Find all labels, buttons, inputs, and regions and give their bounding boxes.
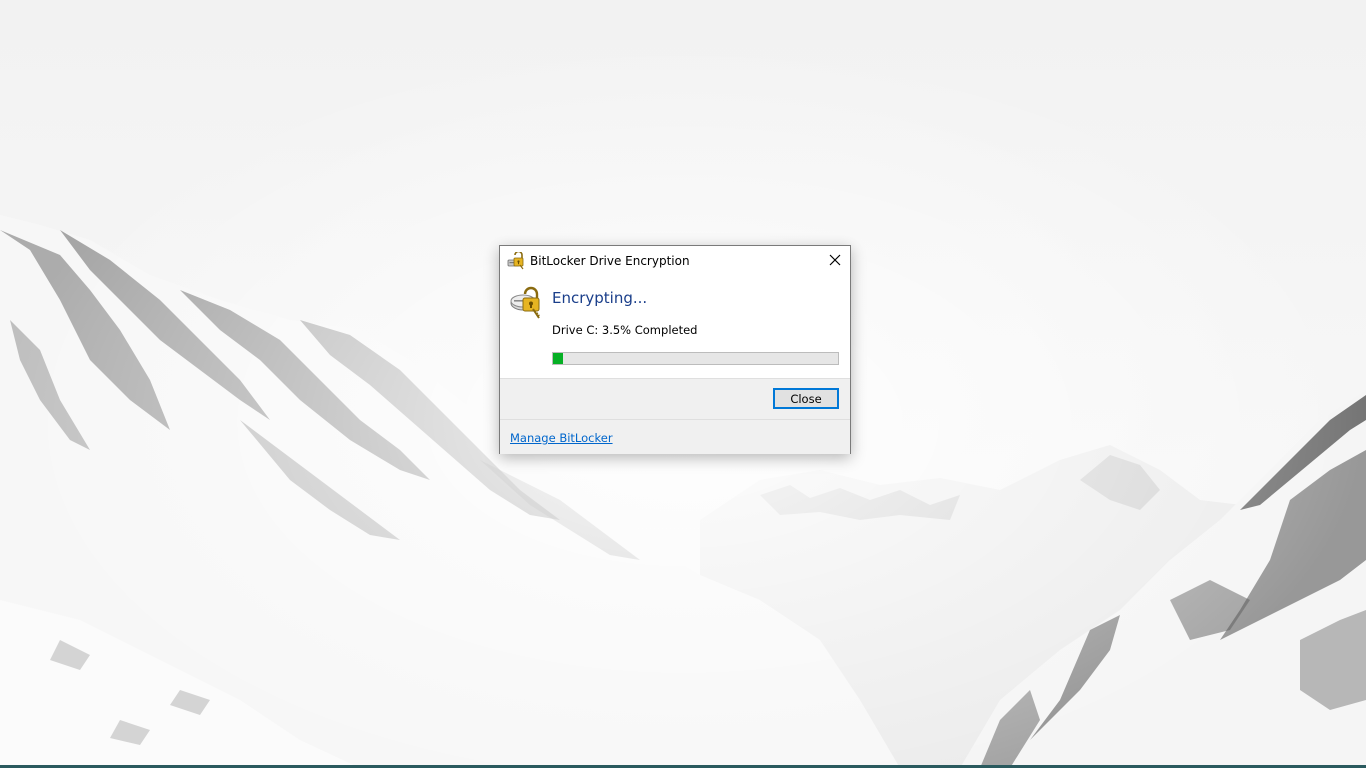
bitlocker-drive-icon [507, 250, 525, 270]
manage-bitlocker-link[interactable]: Manage BitLocker [510, 431, 613, 445]
close-button[interactable]: Close [773, 388, 839, 409]
encryption-progress-bar [552, 352, 839, 365]
dialog-titlebar[interactable]: BitLocker Drive Encryption [500, 246, 850, 276]
dialog-heading: Encrypting... [552, 289, 648, 307]
bitlocker-dialog: BitLocker Drive Encryption Encrypting...… [499, 245, 851, 454]
dialog-title: BitLocker Drive Encryption [530, 254, 690, 268]
dialog-footer: Close Manage BitLocker [500, 378, 850, 454]
footer-divider [500, 419, 850, 420]
encryption-status: Drive C: 3.5% Completed [552, 323, 698, 337]
bitlocker-lock-icon [509, 285, 545, 321]
close-icon[interactable] [820, 246, 850, 276]
progress-fill [553, 353, 563, 364]
